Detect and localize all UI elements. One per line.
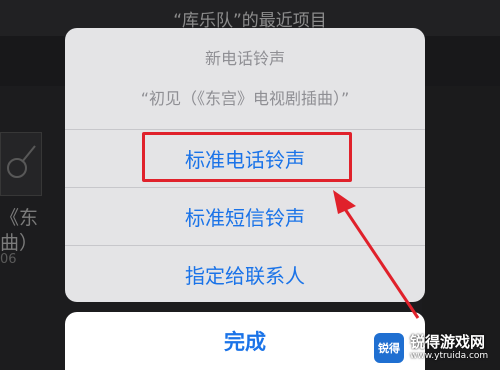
action-sheet-message: “初见（《东宫》电视剧插曲）” — [140, 89, 350, 108]
highlight-box — [142, 132, 352, 182]
assign-to-contact-button[interactable]: 指定给联系人 — [65, 246, 425, 302]
action-sheet-title: 新电话铃声 — [204, 49, 285, 68]
watermark-url: www.ytruida.com — [410, 351, 489, 361]
done-button[interactable]: 完成 — [65, 312, 425, 370]
site-watermark: 锐得 锐得游戏网 www.ytruida.com — [372, 326, 500, 370]
action-sheet-header: 新电话铃声 “初见（《东宫》电视剧插曲）” — [65, 28, 425, 130]
watermark-main-text: 锐得游戏网 — [410, 333, 486, 351]
standard-text-tone-button[interactable]: 标准短信铃声 — [65, 188, 425, 246]
site-logo-icon: 锐得 — [372, 331, 406, 365]
